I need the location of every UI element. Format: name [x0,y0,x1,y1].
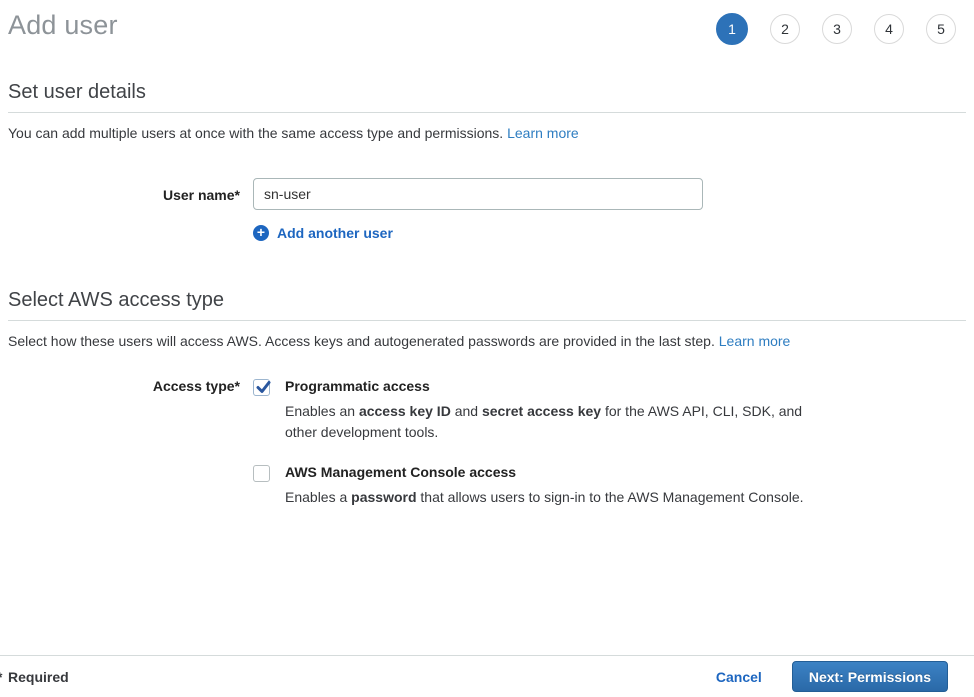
add-user-page: Add user 1 2 3 4 5 Set user details You … [0,0,974,697]
wizard-step-3: 3 [822,14,852,44]
access-type-heading: Select AWS access type [8,289,966,312]
plus-circle-icon[interactable]: + [253,225,269,241]
access-type-learn-more-link[interactable]: Learn more [719,333,791,349]
user-details-learn-more-link[interactable]: Learn more [507,125,579,141]
required-asterisk: * [0,669,2,685]
user-details-description: You can add multiple users at once with … [8,124,966,143]
section-divider [8,320,966,321]
user-name-row: User name* [0,178,974,210]
desc-bold: secret access key [482,403,601,419]
access-type-description-text: Select how these users will access AWS. … [8,333,715,349]
desc-text: Enables an [285,403,359,419]
required-label: Required [8,669,69,685]
wizard-footer: * Required Cancel Next: Permissions [0,655,974,697]
programmatic-access-body: Programmatic access Enables an access ke… [285,378,813,443]
wizard-step-indicator: 1 2 3 4 5 [716,13,956,45]
desc-bold: access key ID [359,403,451,419]
add-another-user-link[interactable]: Add another user [277,225,393,241]
add-another-user-row: + Add another user [253,225,974,241]
wizard-step-1: 1 [716,13,748,45]
programmatic-access-option: Programmatic access Enables an access ke… [253,378,813,443]
programmatic-access-title: Programmatic access [285,378,813,395]
console-access-title: AWS Management Console access [285,464,804,481]
user-name-input[interactable] [253,178,703,210]
console-access-checkbox[interactable] [253,465,270,482]
next-permissions-button[interactable]: Next: Permissions [792,661,948,692]
section-divider [8,112,966,113]
access-type-description: Select how these users will access AWS. … [8,332,966,351]
console-access-option: AWS Management Console access Enables a … [253,464,813,508]
access-type-row: Access type* Programmatic access Enables… [0,378,974,508]
user-name-label: User name* [0,178,253,203]
user-details-description-text: You can add multiple users at once with … [8,125,503,141]
desc-text: that allows users to sign-in to the AWS … [417,489,804,505]
desc-text: Enables a [285,489,351,505]
footer-actions: Cancel Next: Permissions [716,661,948,692]
check-icon [254,378,273,397]
programmatic-access-description: Enables an access key ID and secret acce… [285,401,813,443]
access-type-options: Programmatic access Enables an access ke… [253,378,813,508]
required-note: * Required [8,669,69,685]
wizard-step-5: 5 [926,14,956,44]
desc-bold: password [351,489,416,505]
page-header: Add user 1 2 3 4 5 [0,0,974,58]
cancel-button[interactable]: Cancel [716,669,762,685]
wizard-step-4: 4 [874,14,904,44]
console-access-description: Enables a password that allows users to … [285,487,804,508]
user-details-heading: Set user details [8,81,966,104]
console-access-body: AWS Management Console access Enables a … [285,464,804,508]
access-type-label: Access type* [0,378,253,394]
desc-text: and [451,403,482,419]
page-title: Add user [8,10,118,41]
programmatic-access-checkbox[interactable] [253,379,270,396]
wizard-step-2: 2 [770,14,800,44]
